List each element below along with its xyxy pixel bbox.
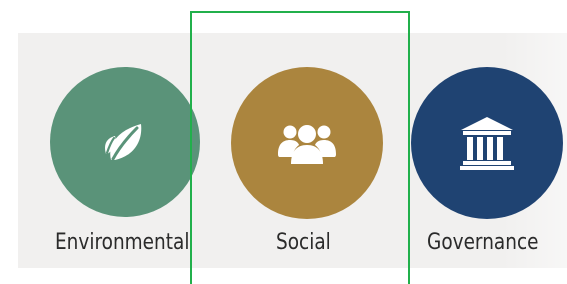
- environmental-label: Environmental: [55, 230, 190, 255]
- building-columns-icon: [458, 114, 516, 172]
- people-icon: [277, 120, 337, 166]
- environmental-circle[interactable]: [50, 67, 200, 217]
- governance-label: Governance: [427, 230, 539, 255]
- governance-circle[interactable]: [411, 67, 563, 219]
- social-label: Social: [276, 230, 331, 255]
- esg-pillars-panel: Environmental Social Governance: [0, 0, 567, 284]
- leaf-icon: [97, 114, 153, 170]
- social-circle[interactable]: [231, 67, 383, 219]
